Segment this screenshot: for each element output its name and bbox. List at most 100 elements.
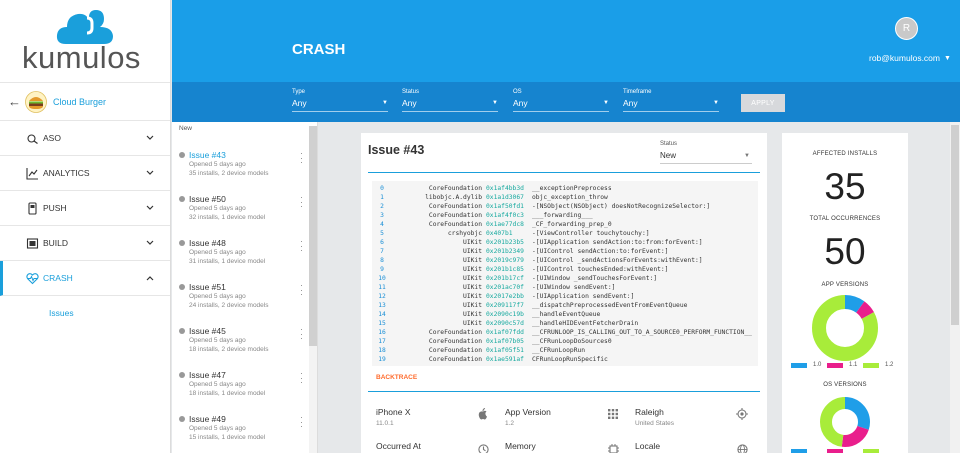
list-item[interactable]: Issue #50 Opened 5 days ago 32 installs,… xyxy=(172,190,310,234)
stack-frame-sym: _CF_forwarding_prep_0 xyxy=(532,221,612,228)
stack-frame-sym: __handleEventQueue xyxy=(532,311,601,318)
stack-frame-row: 14 UIKit 0x2090c19b __handleEventQueue xyxy=(372,311,758,320)
prop-key: Locale xyxy=(635,441,661,451)
stack-frame-lib: UIKit xyxy=(463,266,482,273)
issues-scrollbar-thumb[interactable] xyxy=(309,126,317,346)
stack-frame-row: 13 UIKit 0x209117f7 __dispatchPreprocessedE… xyxy=(372,302,758,311)
stack-frame-lib: UIKit xyxy=(463,257,482,264)
app-name: Cloud Burger xyxy=(53,96,107,107)
status-select[interactable]: New ▼ xyxy=(660,151,752,164)
apple-icon xyxy=(179,196,185,202)
caret-down-icon: ▼ xyxy=(744,153,750,159)
stack-frame-lib: libobjc.A.dylib xyxy=(425,194,482,201)
stack-frame-sym: __exceptionPreprocess xyxy=(532,185,612,192)
stack-frame-num: 8 xyxy=(380,257,384,264)
stack-frame-addr: 0x2090c19b xyxy=(486,311,524,318)
prop-value: 1.2 xyxy=(505,420,515,427)
stack-trace[interactable]: 0 CoreFoundation 0x1af4bb3d __exceptionPrep… xyxy=(372,181,758,366)
filter-select[interactable]: Any ▼ xyxy=(402,98,498,112)
apple-icon xyxy=(179,372,185,378)
stack-frame-addr: 0x201b2349 xyxy=(486,248,524,255)
legend-swatch xyxy=(827,363,843,368)
more-vert-icon[interactable]: · · · xyxy=(300,193,303,211)
stack-frame-row: 17 CoreFoundation 0x1af07b05 __CFRunLoopDoS… xyxy=(372,338,758,347)
stack-frame-num: 4 xyxy=(380,221,384,228)
issue-opened: Opened 5 days ago xyxy=(189,249,246,256)
stack-frame-sym: -[UIControl sendAction:to:forEvent:] xyxy=(532,248,669,255)
issue-meta: 35 installs, 2 device models xyxy=(189,170,269,177)
location-target-icon xyxy=(736,408,748,420)
stack-frame-addr: 0x1ae77dc8 xyxy=(486,221,524,228)
os-versions-legend xyxy=(791,449,901,453)
caret-down-icon[interactable]: ▼ xyxy=(944,55,951,62)
stack-frame-sym: -[UIControl _sendActionsForEvents:withEv… xyxy=(532,257,703,264)
filter-select[interactable]: Any ▼ xyxy=(623,98,719,112)
filter-select[interactable]: Any ▼ xyxy=(513,98,609,112)
filter-select[interactable]: Any ▼ xyxy=(292,98,388,112)
app-selector[interactable]: ← Cloud Burger xyxy=(0,83,170,121)
filter-os[interactable]: OS Any ▼ xyxy=(513,89,609,112)
issue-meta: 18 installs, 2 device models xyxy=(189,346,269,353)
stack-frame-row: 7 UIKit 0x201b2349 -[UIControl sendAction:t… xyxy=(372,248,758,257)
stack-frame-addr: 0x2019c979 xyxy=(486,257,524,264)
sidebar-item-analytics[interactable]: ANALYTICS xyxy=(0,156,170,191)
stack-frame-row: 16 CoreFoundation 0x1af07fdd __CFRUNLOOP_IS… xyxy=(372,329,758,338)
issue-opened: Opened 5 days ago xyxy=(189,337,246,344)
avatar[interactable]: R xyxy=(895,17,918,40)
stack-frame-num: 16 xyxy=(378,329,386,336)
apple-icon xyxy=(179,152,185,158)
stack-frame-row: 4 CoreFoundation 0x1ae77dc8 _CF_forwarding_… xyxy=(372,221,758,230)
more-vert-icon[interactable]: · · · xyxy=(300,149,303,167)
issue-meta: 24 installs, 2 device models xyxy=(189,302,269,309)
prop-key: Raleigh xyxy=(635,407,664,417)
sidebar-item-push[interactable]: PUSH xyxy=(0,191,170,226)
stack-frame-addr: 0x1af07b05 xyxy=(486,338,524,345)
stack-frame-row: 3 CoreFoundation 0x1af4f0c3 ___forwarding__… xyxy=(372,212,758,221)
issue-title: Issue #50 xyxy=(189,194,226,204)
legend-swatch xyxy=(791,449,807,453)
kumulos-logo[interactable]: kumulos xyxy=(0,0,170,83)
stack-frame-num: 18 xyxy=(378,347,386,354)
stack-frame-num: 6 xyxy=(380,239,384,246)
section-label: New xyxy=(179,125,193,132)
legend-label: 1.2 xyxy=(885,362,894,368)
more-vert-icon[interactable]: · · · xyxy=(300,281,303,299)
list-item[interactable]: Issue #49 Opened 5 days ago 15 installs,… xyxy=(172,410,310,453)
list-item[interactable]: Issue #51 Opened 5 days ago 24 installs,… xyxy=(172,278,310,322)
page-scrollbar-thumb[interactable] xyxy=(951,125,959,325)
stack-frame-sym: __CFRunLoopDoSources0 xyxy=(532,338,612,345)
list-item[interactable]: Issue #48 Opened 5 days ago 31 installs,… xyxy=(172,234,310,278)
more-vert-icon[interactable]: · · · xyxy=(300,413,303,431)
list-item[interactable]: Issue #43 Opened 5 days ago 35 installs,… xyxy=(172,146,310,190)
user-email[interactable]: rob@kumulos.com xyxy=(869,53,940,63)
stack-frame-row: 18 CoreFoundation 0x1af05f51 __CFRunLoopRun xyxy=(372,347,758,356)
sidebar-item-label: BUILD xyxy=(43,238,69,248)
memory-chip-icon xyxy=(607,443,619,453)
sidebar-item-crash[interactable]: CRASH xyxy=(0,261,170,296)
list-item[interactable]: Issue #45 Opened 5 days ago 18 installs,… xyxy=(172,322,310,366)
issue-title: Issue #47 xyxy=(189,370,226,380)
total-occurrences-value: 50 xyxy=(824,231,866,272)
apple-icon xyxy=(179,284,185,290)
app-version-prop: App Version 1.2 xyxy=(505,407,551,427)
caret-down-icon: ▼ xyxy=(382,100,388,106)
sidebar-subitem-issues[interactable]: Issues xyxy=(0,296,170,330)
filter-type[interactable]: Type Any ▼ xyxy=(292,89,388,112)
stack-frame-lib: UIKit xyxy=(463,320,482,327)
issue-title: Issue #51 xyxy=(189,282,226,292)
list-item[interactable]: Issue #47 Opened 5 days ago 18 installs,… xyxy=(172,366,310,410)
more-vert-icon[interactable]: · · · xyxy=(300,325,303,343)
sidebar-item-build[interactable]: BUILD xyxy=(0,226,170,261)
sidebar-item-label: ANALYTICS xyxy=(43,168,90,178)
issue-detail-title: Issue #43 xyxy=(368,143,425,157)
status-value: New xyxy=(660,151,677,160)
apply-button[interactable]: APPLY xyxy=(741,94,785,112)
back-arrow-icon[interactable]: ← xyxy=(8,94,21,109)
filter-timeframe[interactable]: Timeframe Any ▼ xyxy=(623,89,719,112)
stack-frame-sym: __handleHIDEventFetcherDrain xyxy=(532,320,639,327)
more-vert-icon[interactable]: · · · xyxy=(300,237,303,255)
sidebar-item-aso[interactable]: ASO xyxy=(0,121,170,156)
filter-status[interactable]: Status Any ▼ xyxy=(402,89,498,112)
tab-backtrace[interactable]: BACKTRACE xyxy=(376,374,417,381)
more-vert-icon[interactable]: · · · xyxy=(300,369,303,387)
